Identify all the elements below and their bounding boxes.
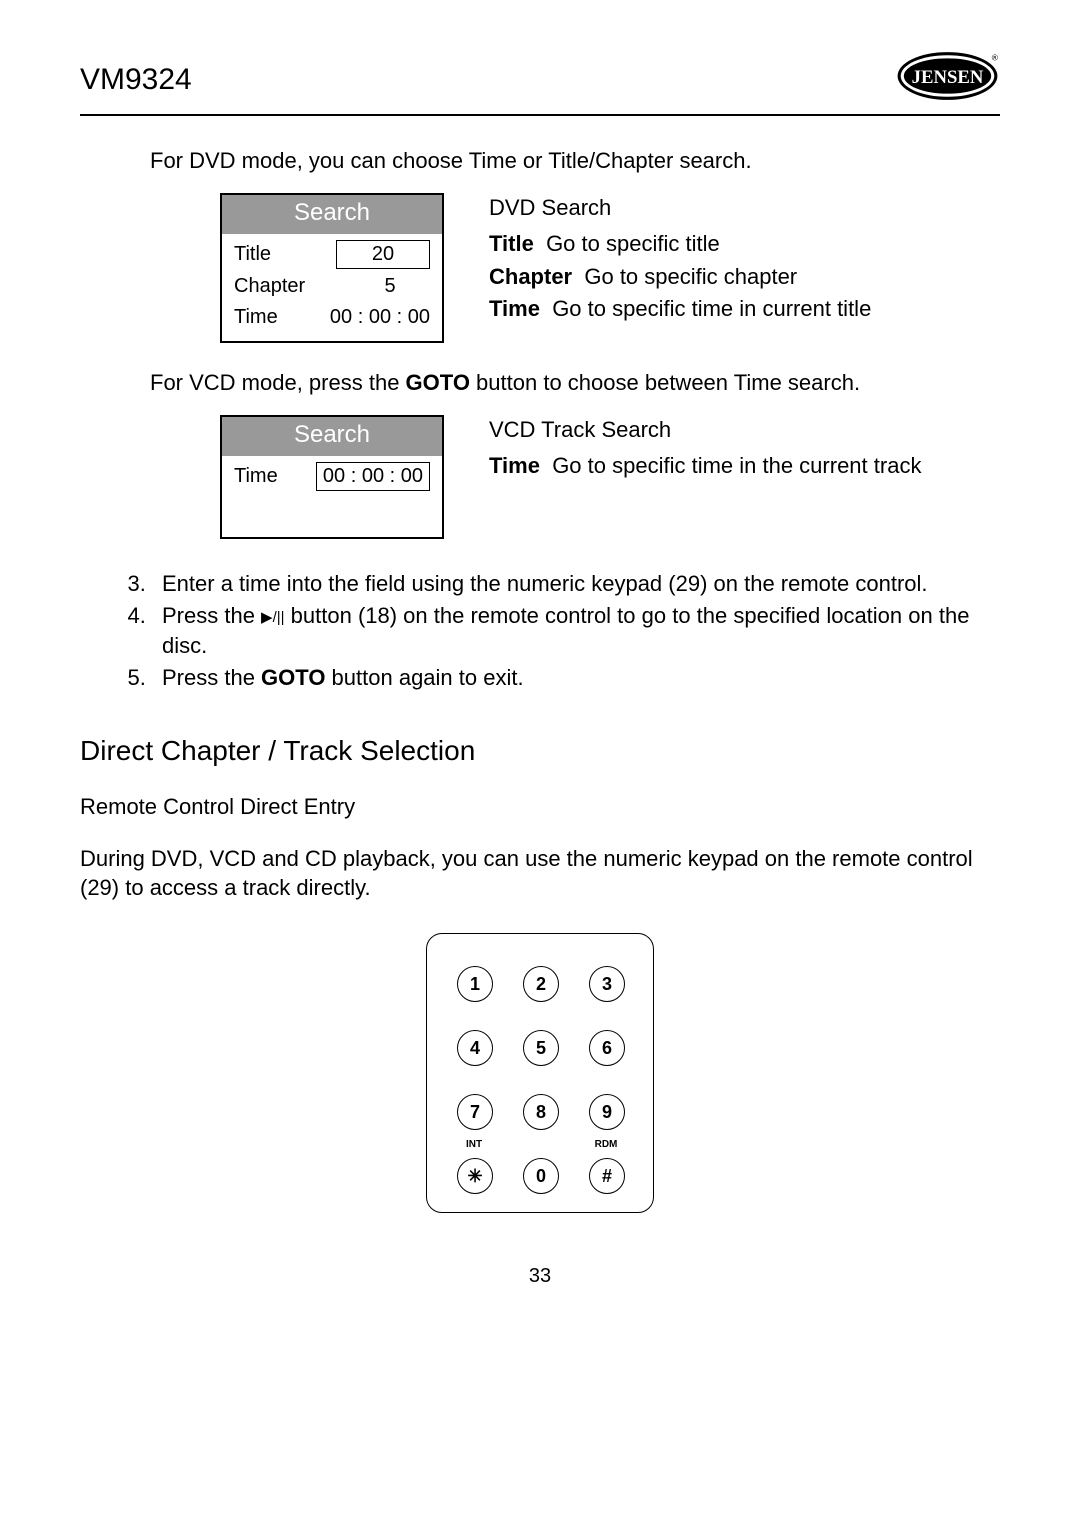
dvd-search-panel: Search Title 20 Chapter 5 Time 00 : 00 :… [220,193,444,342]
key-7: 7 [457,1094,493,1130]
dvd-intro-text: For DVD mode, you can choose Time or Tit… [150,146,970,176]
section-heading: Direct Chapter / Track Selection [80,732,1000,770]
step-5: Press the GOTO button again to exit. [152,663,1000,693]
key-2: 2 [523,966,559,1002]
svg-text:®: ® [992,52,998,62]
dvd-title-row: Title 20 [230,238,434,271]
step-3: Enter a time into the field using the nu… [152,569,1000,599]
steps-list: Enter a time into the field using the nu… [80,569,1000,692]
dvd-side-title: DVD Search [489,193,970,223]
vcd-time-label: Time [234,463,278,490]
vcd-side-text: VCD Track Search Time Go to specific tim… [489,415,970,483]
dvd-panel-body: Title 20 Chapter 5 Time 00 : 00 : 00 [222,234,442,341]
svg-text:JENSEN: JENSEN [912,67,984,88]
key-8: 8 [523,1094,559,1130]
dvd-search-row: Search Title 20 Chapter 5 Time 00 : 00 :… [150,193,970,342]
model-number: VM9324 [80,60,192,101]
play-pause-icon: ▶/|| [261,609,285,626]
key-6: 6 [589,1030,625,1066]
key-int-label: INT [449,1138,499,1152]
dvd-title-value: 20 [336,240,430,269]
dvd-chapter-value: 5 [350,273,430,300]
dvd-chapter-row: Chapter 5 [230,271,434,302]
dvd-time-row: Time 00 : 00 : 00 [230,302,434,333]
brand-logo: JENSEN ® [895,50,1000,110]
vcd-search-row: Search Time 00 : 00 : 00 VCD Track Searc… [150,415,970,539]
key-3: 3 [589,966,625,1002]
vcd-search-panel: Search Time 00 : 00 : 00 [220,415,444,539]
dvd-side-title-line: Title Go to specific title [489,229,970,259]
key-9: 9 [589,1094,625,1130]
dvd-chapter-label: Chapter [234,273,305,300]
page-number: 33 [80,1263,1000,1290]
body-text: During DVD, VCD and CD playback, you can… [80,844,1000,903]
sub-heading: Remote Control Direct Entry [80,792,1000,822]
dvd-side-chapter-line: Chapter Go to specific chapter [489,262,970,292]
vcd-panel-body: Time 00 : 00 : 00 [222,456,442,501]
key-0: 0 [523,1158,559,1194]
vcd-time-value: 00 : 00 : 00 [316,462,430,491]
vcd-panel-header: Search [222,417,442,455]
vcd-intro-text: For VCD mode, press the GOTO button to c… [150,368,970,398]
step-4: Press the ▶/|| button (18) on the remote… [152,601,1000,660]
vcd-time-row: Time 00 : 00 : 00 [230,460,434,493]
dvd-time-label: Time [234,304,278,331]
dvd-side-text: DVD Search Title Go to specific title Ch… [489,193,970,327]
page-header: VM9324 JENSEN ® [80,50,1000,116]
vcd-side-title: VCD Track Search [489,415,970,445]
key-5: 5 [523,1030,559,1066]
key-star: ✳ [457,1158,493,1194]
keypad-figure: 1 2 3 4 5 6 7 8 9 INT ✳ 0 RDM # [80,933,1000,1213]
dvd-panel-header: Search [222,195,442,233]
dvd-side-time-line: Time Go to specific time in current titl… [489,294,970,324]
key-rdm-label: RDM [581,1138,631,1152]
numeric-keypad: 1 2 3 4 5 6 7 8 9 INT ✳ 0 RDM # [426,933,654,1213]
dvd-title-label: Title [234,241,271,268]
key-1: 1 [457,966,493,1002]
dvd-time-value: 00 : 00 : 00 [330,304,430,331]
key-hash: # [589,1158,625,1194]
vcd-side-time-line: Time Go to specific time in the current … [489,451,970,481]
key-4: 4 [457,1030,493,1066]
page-content: For DVD mode, you can choose Time or Tit… [80,146,1000,540]
